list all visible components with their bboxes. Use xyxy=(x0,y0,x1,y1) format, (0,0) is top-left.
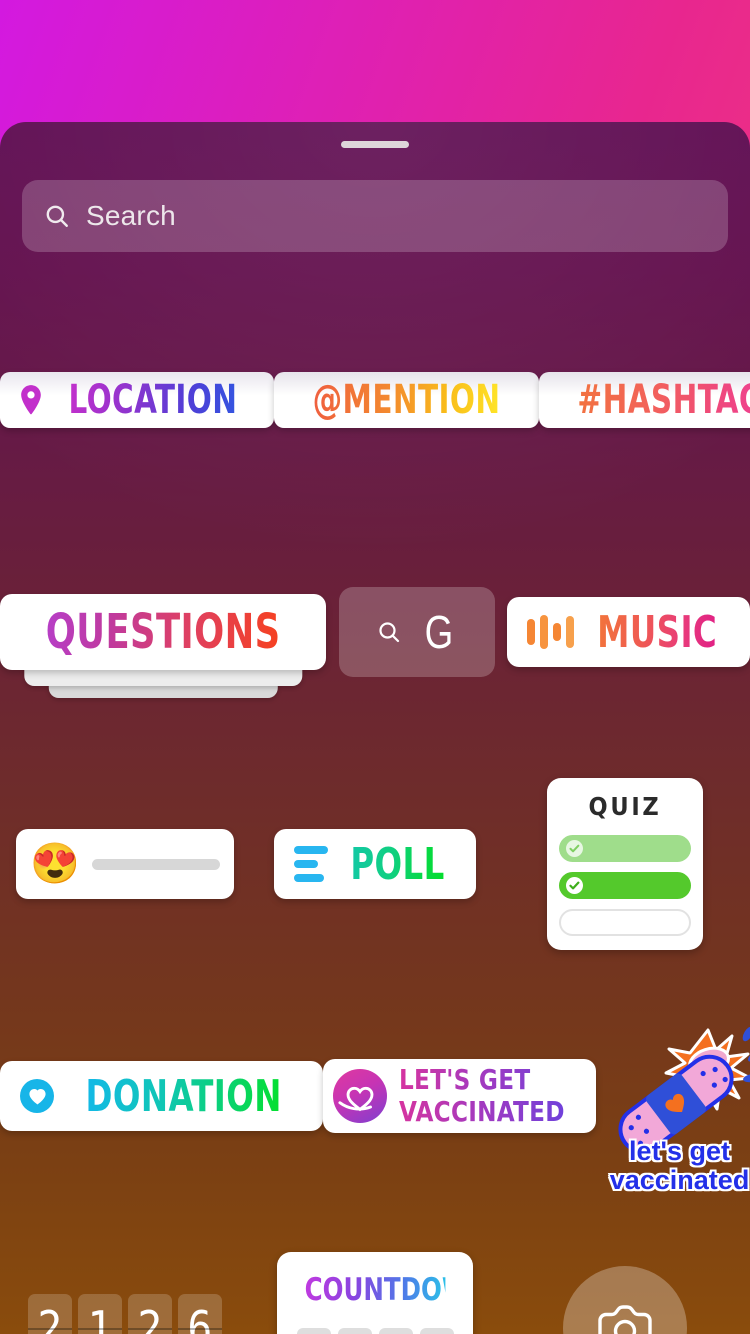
heart-circle-icon xyxy=(20,1079,54,1113)
sticker-grid: LOCATION @MENTION #HASHTAG QUESTIONS G M… xyxy=(0,284,750,1334)
quiz-title: QUIZ xyxy=(588,792,662,821)
flip-digit-value: 6 xyxy=(187,1301,213,1334)
sticker-poll-label: POLL xyxy=(350,838,446,890)
sticker-gif-label: G xyxy=(424,606,453,658)
sticker-location-label: LOCATION xyxy=(68,377,238,423)
poll-bars-icon xyxy=(294,846,329,882)
quiz-option-1[interactable] xyxy=(559,835,691,862)
quiz-option-2[interactable] xyxy=(559,872,691,899)
sticker-gif[interactable]: G xyxy=(338,587,495,677)
countdown-tile xyxy=(296,1328,331,1334)
cell-hashtag: #HASHTAG xyxy=(539,372,750,428)
sticker-lets-get-vaccinated[interactable]: LET'S GET VACCINATED xyxy=(323,1059,596,1133)
questions-card[interactable]: QUESTIONS xyxy=(0,594,327,670)
check-icon xyxy=(566,877,583,894)
flip-digit: 6 xyxy=(178,1294,222,1334)
sticker-hashtag[interactable]: #HASHTAG xyxy=(539,372,750,428)
search-input[interactable]: Search xyxy=(86,200,176,232)
vaccinated-line-2: VACCINATED xyxy=(399,1094,566,1128)
search-bar[interactable]: Search xyxy=(22,180,728,252)
equalizer-icon xyxy=(526,615,574,649)
camera-icon xyxy=(598,1305,652,1334)
heart-globe-icon xyxy=(333,1069,388,1123)
sticker-questions-label: QUESTIONS xyxy=(45,604,281,660)
sheet-drag-handle[interactable] xyxy=(341,141,409,148)
sticker-donation-label: DONATION xyxy=(85,1070,282,1122)
camera-button[interactable] xyxy=(563,1266,687,1334)
cell-flip-clock: 2 1 2 6 xyxy=(0,1294,250,1334)
sticker-music-label: MUSIC xyxy=(596,606,717,658)
cell-poll: POLL xyxy=(250,829,500,899)
sticker-questions[interactable]: QUESTIONS xyxy=(0,594,327,698)
sticker-row-4: DONATION LET'S GET VACCINATED let's get … xyxy=(0,980,750,1212)
search-icon xyxy=(46,205,68,227)
countdown-tiles xyxy=(295,1328,455,1334)
sticker-row-3: 😍 POLL QUIZ xyxy=(0,748,750,980)
flower-caption-line-2: vaccinated xyxy=(609,1164,750,1195)
flower-caption-line-1: let's get xyxy=(629,1136,730,1167)
sticker-location[interactable]: LOCATION xyxy=(0,372,274,428)
cell-music: MUSIC xyxy=(506,597,750,667)
cell-emoji-slider: 😍 xyxy=(0,829,250,899)
sticker-countdown[interactable]: COUNTDOWN xyxy=(277,1252,490,1334)
cell-donation: DONATION xyxy=(0,1061,324,1131)
sticker-bandage-flower[interactable]: let's get vaccinated xyxy=(596,1000,750,1194)
sticker-music[interactable]: MUSIC xyxy=(506,597,750,667)
check-icon xyxy=(566,840,583,857)
bandage-flower-caption: let's get vaccinated xyxy=(596,1137,750,1194)
sticker-donation[interactable]: DONATION xyxy=(0,1061,324,1131)
sticker-quiz[interactable]: QUIZ xyxy=(547,778,703,950)
vaccinated-line-1: LET'S GET xyxy=(399,1065,565,1095)
cell-countdown: COUNTDOWN xyxy=(250,1252,500,1334)
vaccinated-label-group: LET'S GET VACCINATED xyxy=(399,1065,579,1128)
flip-digit: 2 xyxy=(28,1294,72,1334)
countdown-tile xyxy=(419,1328,454,1334)
sticker-flip-clock[interactable]: 2 1 2 6 xyxy=(28,1294,222,1334)
countdown-tile xyxy=(378,1328,413,1334)
emoji-slider-emoji: 😍 xyxy=(30,842,80,886)
countdown-tile xyxy=(337,1328,372,1334)
cell-mention: @MENTION xyxy=(273,372,540,428)
sticker-hashtag-label: #HASHTAG xyxy=(577,377,750,423)
flip-digit-value: 2 xyxy=(137,1301,163,1334)
search-icon xyxy=(379,622,399,643)
sticker-row-1: LOCATION @MENTION #HASHTAG xyxy=(0,284,750,516)
quiz-option-3[interactable] xyxy=(559,909,691,936)
cell-questions: QUESTIONS xyxy=(0,594,327,698)
sticker-poll[interactable]: POLL xyxy=(274,829,476,899)
flip-digit: 2 xyxy=(128,1294,172,1334)
cell-quiz: QUIZ xyxy=(500,778,750,950)
sticker-row-5: 2 1 2 6 COUNTDOWN xyxy=(0,1212,750,1334)
emoji-slider-track[interactable] xyxy=(91,858,220,870)
sticker-emoji-slider[interactable]: 😍 xyxy=(16,829,234,899)
sticker-tray-sheet: Search LOCATION @MENTION #HASHTAG QUESTI… xyxy=(0,122,750,1334)
sticker-row-2: QUESTIONS G MUSIC xyxy=(0,516,750,748)
flip-digit: 1 xyxy=(78,1294,122,1334)
cell-gif: G xyxy=(326,587,506,677)
cell-vaccinated-pill: LET'S GET VACCINATED xyxy=(323,1059,596,1133)
sticker-mention-label: @MENTION xyxy=(312,377,501,423)
map-pin-icon xyxy=(21,385,41,415)
cell-camera xyxy=(500,1266,750,1334)
cell-vaccinated-art: let's get vaccinated xyxy=(596,1000,750,1194)
flip-digit-value: 2 xyxy=(37,1301,63,1334)
cell-location: LOCATION xyxy=(0,372,274,428)
sticker-mention[interactable]: @MENTION xyxy=(273,372,540,428)
countdown-title: COUNTDOWN xyxy=(304,1272,490,1308)
flip-digit-value: 1 xyxy=(87,1301,113,1334)
